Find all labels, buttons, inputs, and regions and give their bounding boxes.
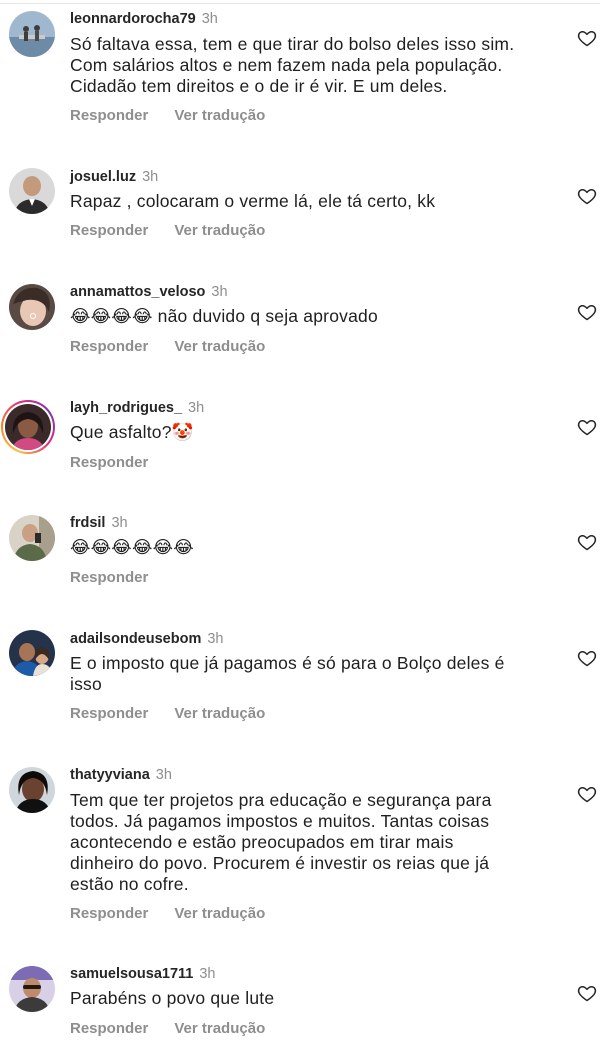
comment-text: Só faltava essa, tem e que tirar do bols… — [70, 34, 515, 96]
comment-header: adailsondeusebom 3h — [70, 630, 223, 648]
timestamp: 3h — [201, 11, 218, 27]
comment-text: Tem que ter projetos pra educação e segu… — [70, 790, 492, 894]
comment-text: Rapaz , colocaram o verme lá, ele tá cer… — [70, 191, 436, 211]
reply-button[interactable]: Responder — [70, 569, 148, 587]
heart-icon[interactable] — [577, 186, 597, 206]
heart-icon[interactable] — [577, 983, 597, 1003]
avatar[interactable] — [9, 767, 55, 813]
reply-button[interactable]: Responder — [70, 338, 148, 356]
reply-button[interactable]: Responder — [70, 1020, 148, 1038]
timestamp: 3h — [188, 400, 205, 416]
username[interactable]: samuelsousa1711 — [70, 966, 193, 982]
comment-actions: Responder — [70, 454, 174, 472]
translate-button[interactable]: Ver tradução — [174, 705, 265, 723]
comment-text: 😂😂😂😂 não duvido q seja aprovado — [70, 306, 378, 326]
comment-actions: Responder Ver tradução — [70, 222, 265, 240]
heart-icon[interactable] — [577, 417, 597, 437]
comment-actions: Responder Ver tradução — [70, 107, 265, 125]
avatar[interactable] — [9, 168, 55, 214]
avatar[interactable] — [9, 11, 55, 57]
translate-button[interactable]: Ver tradução — [174, 1020, 265, 1038]
comment-header: leonnardorocha79 3h — [70, 10, 218, 28]
heart-icon[interactable] — [577, 302, 597, 322]
comment-text: 😂😂😂😂😂😂 — [70, 537, 194, 557]
avatar[interactable] — [9, 515, 55, 561]
reply-button[interactable]: Responder — [70, 454, 148, 472]
comment-header: annamattos_veloso 3h — [70, 283, 228, 301]
heart-icon[interactable] — [577, 28, 597, 48]
reply-button[interactable]: Responder — [70, 705, 148, 723]
comment-actions: Responder Ver tradução — [70, 338, 265, 356]
comment-actions: Responder Ver tradução — [70, 905, 265, 923]
timestamp: 3h — [207, 631, 224, 647]
comment-header: josuel.luz 3h — [70, 168, 158, 186]
comment-actions: Responder — [70, 569, 174, 587]
username[interactable]: frdsil — [70, 515, 105, 531]
timestamp: 3h — [211, 284, 228, 300]
translate-button[interactable]: Ver tradução — [174, 338, 265, 356]
heart-icon[interactable] — [577, 532, 597, 552]
reply-button[interactable]: Responder — [70, 905, 148, 923]
top-divider — [0, 3, 600, 4]
reply-button[interactable]: Responder — [70, 222, 148, 240]
username[interactable]: leonnardorocha79 — [70, 11, 196, 27]
username[interactable]: adailsondeusebom — [70, 631, 201, 647]
comment-header: layh_rodrigues_ 3h — [70, 399, 204, 417]
avatar[interactable] — [9, 630, 55, 676]
timestamp: 3h — [142, 169, 159, 185]
comment-actions: Responder Ver tradução — [70, 705, 265, 723]
avatar[interactable] — [9, 284, 55, 330]
avatar[interactable] — [5, 404, 51, 450]
comment-header: samuelsousa1711 3h — [70, 965, 215, 983]
comment-text: Parabéns o povo que lute — [70, 988, 275, 1008]
timestamp: 3h — [111, 515, 128, 531]
story-ring[interactable] — [1, 400, 55, 454]
timestamp: 3h — [199, 966, 216, 982]
timestamp: 3h — [155, 767, 172, 783]
heart-icon[interactable] — [577, 648, 597, 668]
translate-button[interactable]: Ver tradução — [174, 905, 265, 923]
username[interactable]: josuel.luz — [70, 169, 136, 185]
heart-icon[interactable] — [577, 784, 597, 804]
comment-actions: Responder Ver tradução — [70, 1020, 265, 1038]
comment-header: thatyyviana 3h — [70, 766, 172, 784]
translate-button[interactable]: Ver tradução — [174, 107, 265, 125]
username[interactable]: layh_rodrigues_ — [70, 400, 182, 416]
comment-text: Que asfalto?🤡 — [70, 422, 194, 442]
translate-button[interactable]: Ver tradução — [174, 222, 265, 240]
username[interactable]: annamattos_veloso — [70, 284, 205, 300]
reply-button[interactable]: Responder — [70, 107, 148, 125]
avatar[interactable] — [9, 966, 55, 1012]
comment-header: frdsil 3h — [70, 514, 128, 532]
comment-text: E o imposto que já pagamos é só para o B… — [70, 653, 505, 694]
username[interactable]: thatyyviana — [70, 767, 150, 783]
